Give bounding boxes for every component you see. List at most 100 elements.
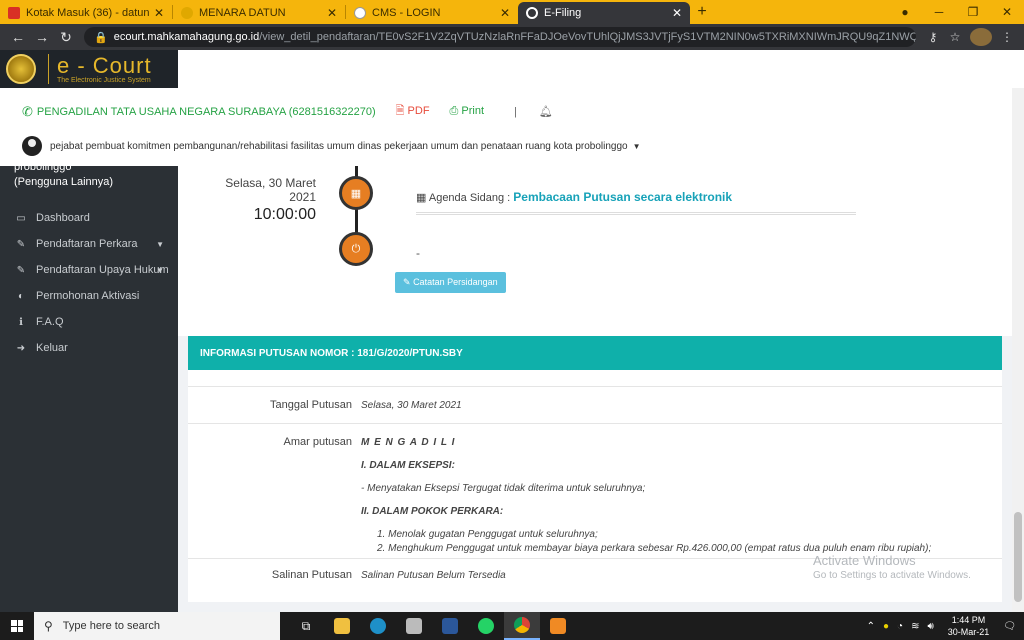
sidebar-item-permohonan-aktivasi[interactable]: ◐ Permohonan Aktivasi [0, 283, 178, 309]
header-separator: | [514, 105, 517, 118]
sidebar-item-label: F.A.Q [36, 316, 64, 328]
sidebar-item-faq[interactable]: ℹ F.A.Q [0, 309, 178, 335]
watermark-line2: Go to Settings to activate Windows. [813, 570, 971, 581]
file-explorer-icon[interactable] [324, 612, 360, 640]
word-icon[interactable] [432, 612, 468, 640]
hearing-date: Selasa, 30 Maret 2021 [225, 176, 316, 204]
pdf-button[interactable]: 🗎 PDF [396, 102, 430, 121]
clock-date: 30-Mar-21 [947, 627, 990, 637]
user-dropdown[interactable]: pejabat pembuat komitmen pembangunan/reh… [22, 136, 641, 156]
windows-logo-icon [11, 620, 23, 632]
forward-icon[interactable]: → [30, 29, 54, 45]
chrome-icon[interactable] [504, 612, 540, 640]
edit-icon: ✎ [16, 238, 26, 250]
caret-down-icon: ▼ [156, 265, 164, 275]
search-icon: ⚲ [44, 619, 53, 633]
brand-logo[interactable]: e - Court The Electronic Justice System [0, 50, 178, 88]
page-scrollbar[interactable] [1012, 166, 1024, 612]
taskbar-pinned-apps: ⧉ [288, 612, 576, 640]
volume-icon[interactable]: 🔊︎ [927, 621, 933, 632]
bell-icon[interactable]: 🔔︎ [539, 105, 553, 118]
sidebar-item-label: Dashboard [36, 212, 90, 224]
sidebar-item-dashboard[interactable]: ▭ Dashboard [0, 205, 178, 231]
toggle-icon: ◐ [17, 290, 25, 302]
button-label: Catatan Persidangan [413, 277, 498, 287]
close-icon[interactable]: ✕ [672, 6, 682, 20]
printer-icon: ⎙ [449, 105, 459, 117]
windows-taskbar: ⚲ Type here to search ⧉ ⌃ ● ◔ ≋ 🔊︎ 1:44 … [0, 612, 1024, 640]
close-icon[interactable]: ✕ [500, 6, 510, 20]
tab-title: MENARA DATUN [199, 7, 286, 19]
mahkamah-agung-seal-icon [6, 54, 36, 84]
browser-tab-efiling[interactable]: E-Filing ✕ [518, 2, 690, 24]
key-icon[interactable]: ⚷ [922, 30, 944, 44]
browser-tab-strip: Kotak Masuk (36) - datunkejanko ✕ MENARA… [0, 0, 1024, 24]
catatan-persidangan-button[interactable]: ✎ Catatan Persidangan [395, 272, 506, 293]
tab-title: CMS - LOGIN [372, 7, 441, 19]
agenda-sidang: ▦ Agenda Sidang : Pembacaan Putusan seca… [416, 190, 856, 215]
amar-pokok-item: 1. Menolak gugatan Penggugat untuk selur… [377, 529, 598, 540]
file-pdf-icon: 🗎 [395, 105, 405, 117]
menu-kebab-icon[interactable]: ⋮ [996, 30, 1018, 44]
tab-title: E-Filing [544, 7, 582, 19]
reload-icon[interactable]: ↻ [54, 29, 78, 46]
user-name: pejabat pembuat komitmen pembangunan/reh… [50, 140, 628, 152]
globe-icon [354, 7, 366, 19]
brand-title: e - Court [57, 52, 152, 78]
informasi-putusan-heading: INFORMASI PUTUSAN NOMOR : 181/G/2020/PTU… [188, 336, 1002, 370]
browser-tab-menara-datun[interactable]: MENARA DATUN ✕ [173, 2, 345, 24]
bookmark-star-icon[interactable]: ☆ [944, 30, 966, 44]
tanggal-putusan-value: Selasa, 30 Maret 2021 [361, 400, 462, 411]
chevron-up-icon[interactable]: ⌃ [867, 621, 875, 632]
close-icon[interactable]: ✕ [154, 6, 164, 20]
task-view-icon[interactable]: ⧉ [288, 612, 324, 640]
printer-app-icon[interactable] [396, 612, 432, 640]
whatsapp-app-icon[interactable] [468, 612, 504, 640]
sidebar-item-label: Pendaftaran Upaya Hukum [36, 264, 169, 276]
sidebar-user-role: (Pengguna Lainnya) [14, 176, 114, 188]
row-tanggal-putusan: Tanggal Putusan Selasa, 30 Maret 2021 [188, 386, 1002, 423]
network-icon[interactable]: ◔ [897, 621, 903, 632]
sidebar-item-pendaftaran-perkara[interactable]: ✎ Pendaftaran Perkara ▼ [0, 231, 178, 257]
address-bar[interactable]: 🔒 ecourt.mahkamahagung.go.id /view_detil… [84, 27, 916, 47]
user-avatar [22, 136, 42, 156]
main-content: Selasa, 30 Maret 2021 10:00:00 ▦ ⏻ ▦ Age… [178, 166, 1012, 612]
close-icon[interactable]: ✕ [327, 6, 337, 20]
app-orange-icon[interactable] [540, 612, 576, 640]
amar-putusan-value: M E N G A D I L I I. DALAM EKSEPSI: - Me… [361, 436, 981, 556]
notification-icon[interactable]: 🗨︎ [1003, 621, 1016, 632]
scrollbar-thumb[interactable] [1014, 512, 1022, 602]
lock-icon: 🔒 [94, 31, 108, 44]
taskbar-clock[interactable]: 1:44 PM 30-Mar-21 [948, 614, 990, 638]
windows-start-button[interactable] [0, 612, 34, 640]
activate-windows-watermark: Activate Windows Go to Settings to activ… [813, 553, 971, 581]
restore-icon[interactable]: ❐ [956, 5, 990, 19]
profile-avatar[interactable] [970, 28, 992, 46]
edge-icon[interactable] [360, 612, 396, 640]
taskbar-search-box[interactable]: ⚲ Type here to search [34, 612, 280, 640]
wifi-icon[interactable]: ≋ [911, 621, 919, 632]
amar-putusan-label: Amar putusan [283, 436, 352, 448]
sidebar-item-pendaftaran-upaya-hukum[interactable]: ✎ Pendaftaran Upaya Hukum ▼ [0, 257, 178, 283]
signout-icon: ➜ [16, 342, 26, 354]
tanggal-putusan-label: Tanggal Putusan [270, 399, 352, 411]
sidebar-item-keluar[interactable]: ➜ Keluar [0, 335, 178, 361]
edit-icon: ✎ [16, 264, 26, 276]
watermark-line1: Activate Windows [813, 553, 916, 568]
window-close-icon[interactable]: ✕ [990, 5, 1024, 19]
caret-down-icon: ▼ [632, 141, 641, 151]
court-name-link[interactable]: PENGADILAN TATA USAHA NEGARA SURABAYA (6… [37, 106, 376, 118]
new-tab-icon[interactable]: + [690, 3, 714, 21]
tray-app-icon[interactable]: ● [883, 621, 889, 632]
print-button[interactable]: ⎙ Print [450, 105, 485, 118]
amar-eksepsi-item: - Menyatakan Eksepsi Tergugat tidak dite… [361, 483, 646, 494]
system-tray: ⌃ ● ◔ ≋ 🔊︎ 1:44 PM 30-Mar-21 🗨︎ [863, 612, 1024, 640]
profile-dot-icon[interactable]: ● [888, 5, 922, 19]
browser-tab-gmail[interactable]: Kotak Masuk (36) - datunkejanko ✕ [0, 2, 172, 24]
minimize-icon[interactable]: ─ [922, 5, 956, 19]
power-icon: ⏻ [339, 232, 373, 266]
back-icon[interactable]: ← [6, 29, 30, 45]
court-bar: ✆ PENGADILAN TATA USAHA NEGARA SURABAYA … [22, 102, 553, 121]
row-amar-putusan: Amar putusan M E N G A D I L I I. DALAM … [188, 423, 1002, 558]
browser-tab-cms-login[interactable]: CMS - LOGIN ✕ [346, 2, 518, 24]
